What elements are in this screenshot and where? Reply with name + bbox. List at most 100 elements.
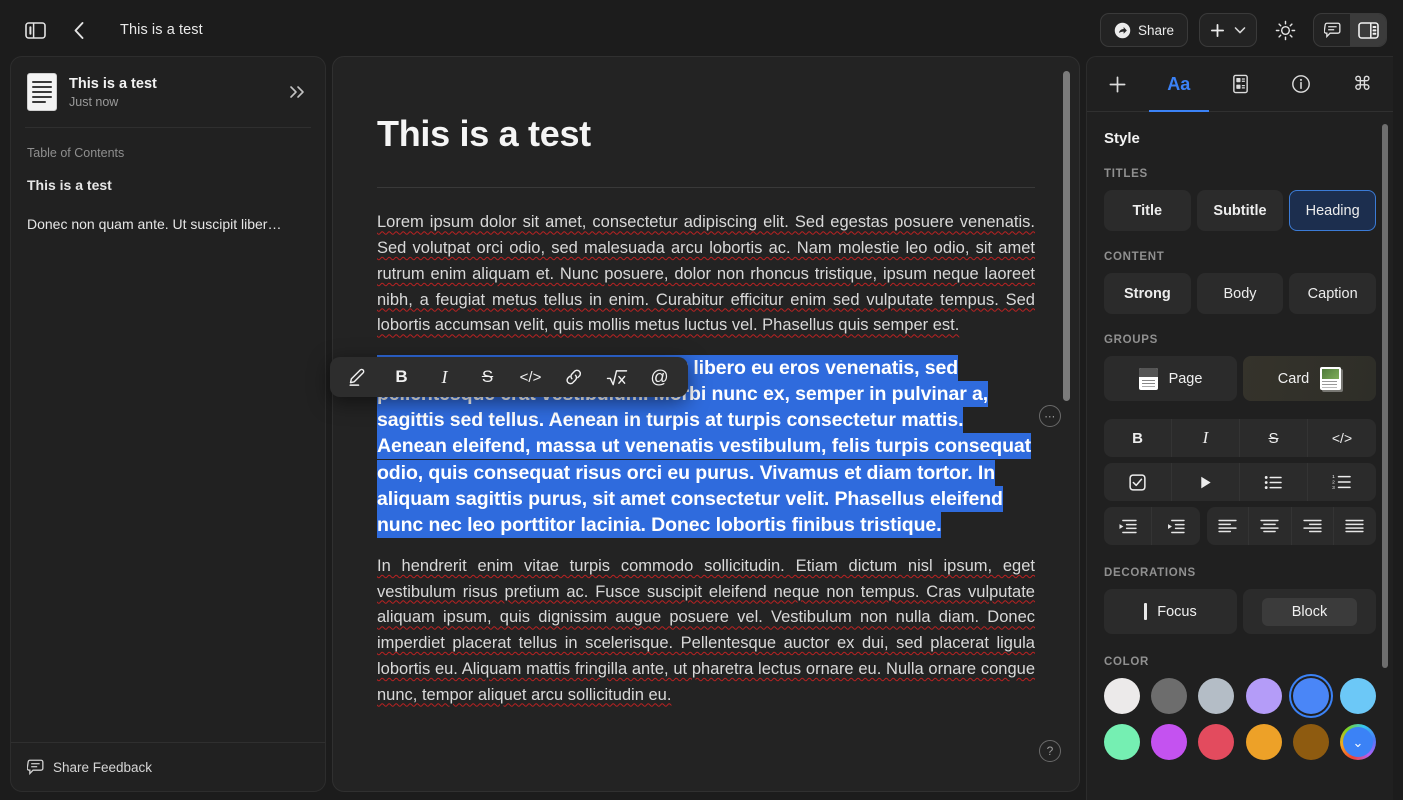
color-orange-swatch[interactable] (1245, 724, 1282, 760)
highlight-pen-icon[interactable] (338, 361, 379, 393)
paragraph-3[interactable]: In hendrerit enim vitae turpis commodo s… (377, 554, 1035, 708)
bullet-list-button[interactable] (1240, 463, 1308, 501)
indent-button[interactable] (1152, 507, 1200, 545)
bold-button[interactable]: B (1104, 419, 1172, 457)
top-bar-right: Share (1099, 13, 1403, 47)
color-mint-swatch[interactable] (1104, 724, 1141, 760)
sidebar-document-title: This is a test (69, 75, 157, 92)
svg-text:2: 2 (1332, 480, 1335, 486)
style-heading-button[interactable]: Heading (1289, 190, 1376, 231)
group-page-button[interactable]: Page (1104, 356, 1237, 401)
chevron-down-icon: ⌄ (1352, 734, 1364, 750)
align-right-button[interactable] (1292, 507, 1334, 545)
content-button-group: Strong Body Caption (1104, 273, 1376, 314)
paragraph-1[interactable]: Lorem ipsum dolor sit amet, consectetur … (377, 210, 1035, 339)
double-chevron-right-icon[interactable] (289, 85, 311, 99)
style-title-button[interactable]: Title (1104, 190, 1191, 231)
color-silver-swatch[interactable] (1198, 678, 1235, 714)
toc-item-0[interactable]: This is a test (27, 176, 309, 194)
svg-text:3: 3 (1332, 485, 1335, 490)
color-brown-swatch[interactable] (1292, 724, 1329, 760)
app-window: This is a test Share This is a test Just… (0, 0, 1403, 800)
right-panel: Aa ⌘ Style TITLES Title Subtitle Heading… (1086, 56, 1393, 800)
decoration-focus-button[interactable]: Focus (1104, 589, 1237, 634)
color-gray-swatch[interactable] (1151, 678, 1188, 714)
tab-style[interactable]: Aa (1148, 57, 1209, 111)
block-menu-button[interactable]: ⋯ (1039, 405, 1061, 427)
italic-button[interactable]: I (424, 361, 465, 393)
document-body[interactable]: This is a test Lorem ipsum dolor sit ame… (333, 57, 1079, 791)
share-feedback-button[interactable]: Share Feedback (11, 742, 325, 791)
right-panel-icon[interactable] (1350, 14, 1386, 46)
style-caption-button[interactable]: Caption (1289, 273, 1376, 314)
share-circle-icon (1114, 22, 1131, 39)
top-bar: This is a test Share (0, 0, 1403, 60)
document-heading: This is a test (377, 113, 591, 154)
left-sidebar: This is a test Just now Table of Content… (10, 56, 326, 792)
numbered-list-button[interactable]: 123 (1308, 463, 1376, 501)
formula-button[interactable] (596, 361, 637, 393)
group-card-button[interactable]: Card (1243, 356, 1376, 401)
sun-icon[interactable] (1268, 13, 1302, 47)
code-button[interactable]: </> (1308, 419, 1376, 457)
tab-info[interactable] (1271, 57, 1332, 111)
share-button[interactable]: Share (1099, 13, 1188, 47)
tab-shortcuts[interactable]: ⌘ (1332, 57, 1393, 111)
editor-pane: This is a test Lorem ipsum dolor sit ame… (332, 56, 1080, 792)
titles-section-label: TITLES (1104, 168, 1148, 180)
bold-button[interactable]: B (381, 361, 422, 393)
top-bar-document-title: This is a test (120, 22, 203, 38)
mention-button[interactable]: @ (639, 361, 680, 393)
align-center-button[interactable] (1249, 507, 1292, 545)
table-of-contents: Table of Contents This is a test Donec n… (11, 128, 325, 742)
color-red-swatch[interactable] (1198, 724, 1235, 760)
strikethrough-button[interactable]: S (1240, 419, 1308, 457)
align-left-button[interactable] (1207, 507, 1250, 545)
color-lavender-swatch[interactable] (1245, 678, 1282, 714)
color-sky-swatch[interactable] (1339, 678, 1376, 714)
link-button[interactable] (553, 361, 594, 393)
sidebar-panel-icon[interactable] (18, 13, 52, 47)
toc-label: Table of Contents (27, 146, 125, 160)
color-magenta-swatch[interactable] (1151, 724, 1188, 760)
strikethrough-button[interactable]: S (467, 361, 508, 393)
sidebar-document-meta: This is a test Just now (69, 75, 277, 110)
style-subtitle-button[interactable]: Subtitle (1196, 190, 1284, 231)
decorations-group: Focus Block (1104, 589, 1376, 634)
toggle-list-button[interactable] (1172, 463, 1240, 501)
share-button-label: Share (1137, 22, 1174, 38)
content-section-label: CONTENT (1104, 251, 1165, 263)
decorations-section-label: DECORATIONS (1104, 567, 1196, 579)
add-button[interactable] (1199, 13, 1257, 47)
titles-button-group: Title Subtitle Heading (1104, 190, 1376, 231)
style-body-button[interactable]: Body (1196, 273, 1284, 314)
card-icon (1320, 367, 1342, 390)
code-button[interactable]: </> (510, 361, 551, 393)
tab-insert[interactable] (1087, 57, 1148, 111)
style-strong-button[interactable]: Strong (1104, 273, 1191, 314)
help-button[interactable]: ? (1039, 740, 1061, 762)
comment-bubble-icon[interactable] (1314, 14, 1350, 46)
italic-button[interactable]: I (1172, 419, 1240, 457)
editor-scrollbar[interactable] (1063, 71, 1070, 401)
chevron-left-icon[interactable] (62, 13, 96, 47)
color-white-swatch[interactable] (1104, 678, 1141, 714)
indent-align-row (1104, 507, 1376, 545)
tab-media[interactable] (1209, 57, 1270, 111)
groups-button-group: Page Card (1104, 356, 1376, 401)
decoration-block-button[interactable]: Block (1243, 589, 1376, 634)
top-bar-left: This is a test (0, 13, 203, 47)
focus-bar-icon (1144, 603, 1148, 620)
plus-icon (1210, 23, 1225, 38)
color-more-swatch[interactable]: ⌄ (1339, 724, 1376, 760)
right-panel-tabs: Aa ⌘ (1087, 57, 1393, 112)
align-justify-button[interactable] (1334, 507, 1376, 545)
sidebar-document-header[interactable]: This is a test Just now (11, 57, 325, 125)
outdent-button[interactable] (1104, 507, 1152, 545)
color-blue-swatch[interactable] (1292, 678, 1329, 714)
right-panel-scrollbar[interactable] (1382, 124, 1388, 668)
checklist-button[interactable] (1104, 463, 1172, 501)
color-section-label: COLOR (1104, 656, 1150, 668)
toc-item-1[interactable]: Donec non quam ante. Ut suscipit liber… (27, 215, 309, 233)
page-icon (1138, 367, 1158, 390)
